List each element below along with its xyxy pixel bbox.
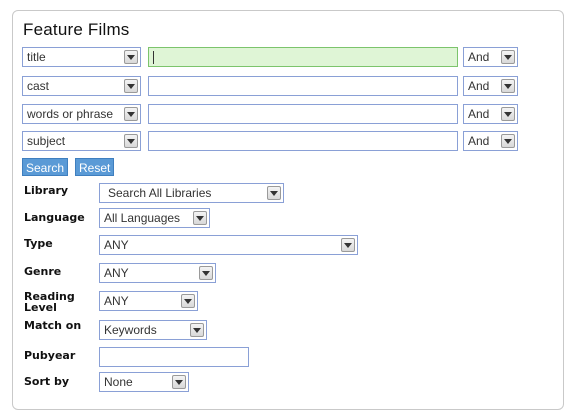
operator-select-4-value: And [468, 134, 490, 148]
sort-by-select[interactable]: None [99, 372, 189, 392]
reading-level-select[interactable]: ANY [99, 291, 198, 311]
language-select-value: All Languages [104, 211, 181, 225]
field-select-1-value: title [27, 50, 46, 64]
genre-select[interactable]: ANY [99, 263, 216, 283]
chevron-down-icon [124, 134, 138, 148]
chevron-down-icon [181, 294, 195, 308]
chevron-down-icon [190, 323, 204, 337]
chevron-down-icon [199, 266, 213, 280]
chevron-down-icon [124, 50, 138, 64]
field-select-2[interactable]: cast [22, 76, 141, 96]
field-select-4[interactable]: subject [22, 131, 141, 151]
field-select-2-value: cast [27, 79, 50, 93]
operator-select-3[interactable]: And [463, 104, 518, 124]
language-select[interactable]: All Languages [99, 208, 210, 228]
chevron-down-icon [124, 107, 138, 121]
operator-select-2[interactable]: And [463, 76, 518, 96]
chevron-down-icon [193, 211, 207, 225]
sort-by-select-value: None [104, 375, 133, 389]
form-title: Feature Films [23, 20, 130, 39]
genre-select-value: ANY [104, 266, 129, 280]
sort-by-label: Sort by [24, 375, 70, 388]
field-select-3[interactable]: words or phrase [22, 104, 141, 124]
reset-button[interactable]: Reset [75, 158, 115, 176]
library-select[interactable]: Search All Libraries [99, 183, 284, 203]
search-term-input-1[interactable] [148, 47, 458, 67]
chevron-down-icon [341, 238, 355, 252]
match-on-label: Match on [24, 319, 82, 332]
chevron-down-icon [267, 186, 281, 200]
chevron-down-icon [501, 50, 515, 64]
operator-select-3-value: And [468, 107, 490, 121]
operator-select-2-value: And [468, 79, 490, 93]
field-select-1[interactable]: title [22, 47, 141, 67]
type-select[interactable]: ANY [99, 235, 358, 255]
chevron-down-icon [501, 79, 515, 93]
operator-select-1-value: And [468, 50, 490, 64]
operator-select-4[interactable]: And [463, 131, 518, 151]
chevron-down-icon [124, 79, 138, 93]
match-on-select-value: Keywords [104, 323, 157, 337]
pubyear-input[interactable] [99, 347, 249, 367]
type-select-value: ANY [104, 238, 129, 252]
operator-select-1[interactable]: And [463, 47, 518, 67]
field-select-4-value: subject [27, 134, 66, 148]
field-select-3-value: words or phrase [27, 107, 114, 121]
reading-level-label: Reading Level [24, 290, 75, 314]
library-label: Library [24, 184, 69, 197]
match-on-select[interactable]: Keywords [99, 320, 207, 340]
genre-label: Genre [24, 265, 62, 278]
pubyear-label: Pubyear [24, 349, 76, 362]
type-label: Type [24, 237, 53, 250]
chevron-down-icon [501, 134, 515, 148]
reading-level-select-value: ANY [104, 294, 129, 308]
chevron-down-icon [172, 375, 186, 389]
search-button[interactable]: Search [22, 158, 69, 176]
search-panel [12, 10, 564, 410]
library-select-value: Search All Libraries [108, 186, 212, 200]
search-term-input-2[interactable] [148, 76, 458, 96]
language-label: Language [24, 211, 85, 224]
chevron-down-icon [501, 107, 515, 121]
search-term-input-3[interactable] [148, 104, 458, 124]
text-caret [153, 51, 154, 64]
search-term-input-4[interactable] [148, 131, 458, 151]
